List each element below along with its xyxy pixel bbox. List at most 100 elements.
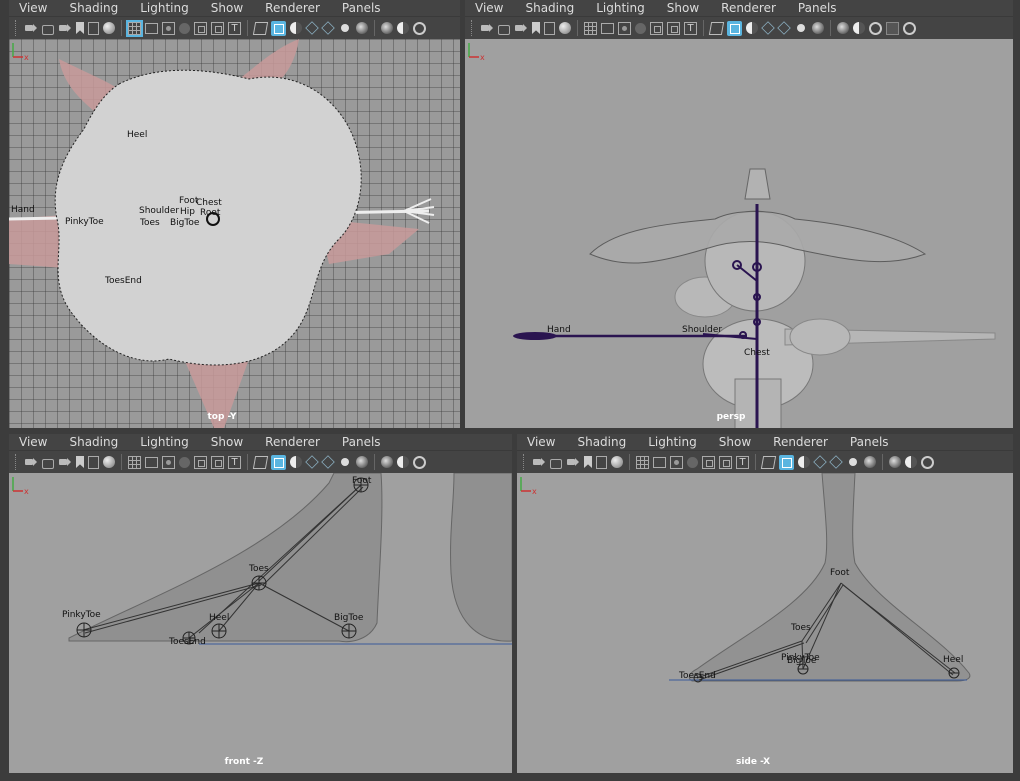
2d-pan-zoom-icon[interactable]: [103, 456, 115, 468]
gate-mask-icon[interactable]: [635, 22, 646, 34]
menu-show[interactable]: Show: [667, 1, 699, 15]
menu-show[interactable]: Show: [211, 1, 243, 15]
joint-label[interactable]: PinkyToe: [65, 217, 104, 227]
shadows-icon[interactable]: [864, 456, 876, 468]
resolution-gate-icon[interactable]: [670, 455, 683, 469]
use-all-lights-icon[interactable]: [849, 458, 857, 466]
viewport-canvas[interactable]: Foot Toes PinkyToe BigToe Heel ToesEnd x…: [517, 473, 1013, 773]
joint-label[interactable]: PinkyToe: [62, 610, 101, 620]
textured-icon[interactable]: [321, 21, 335, 35]
textured-icon[interactable]: [829, 455, 843, 469]
camera-attributes-icon[interactable]: [514, 21, 528, 35]
joint-label[interactable]: Hand: [11, 205, 35, 215]
anti-aliasing-icon[interactable]: [869, 21, 882, 35]
camera-select-icon[interactable]: [532, 455, 546, 469]
toolbar-grip[interactable]: [523, 454, 526, 470]
viewport-canvas[interactable]: Hand Shoulder Chest x persp: [465, 39, 1013, 428]
toolbar-grip[interactable]: [15, 454, 18, 470]
film-gate-icon[interactable]: [145, 22, 158, 34]
image-plane-icon[interactable]: [596, 455, 607, 469]
menu-panels[interactable]: Panels: [798, 1, 837, 15]
screen-space-ao-icon[interactable]: [837, 22, 849, 34]
menu-shading[interactable]: Shading: [69, 1, 118, 15]
field-chart-icon[interactable]: [650, 21, 663, 35]
joint-label[interactable]: BigToe: [170, 218, 199, 228]
screen-space-ao-icon[interactable]: [381, 456, 393, 468]
use-all-lights-icon[interactable]: [341, 458, 349, 466]
joint-label[interactable]: Chest: [744, 348, 770, 358]
wireframe-on-shaded-icon[interactable]: [290, 456, 302, 468]
isolate-select-icon[interactable]: [886, 21, 899, 35]
film-gate-icon[interactable]: [145, 456, 158, 468]
wireframe-icon[interactable]: [760, 455, 777, 469]
joint-label[interactable]: Toes: [791, 623, 811, 633]
field-chart-icon[interactable]: [194, 455, 207, 469]
joint-label[interactable]: Root: [200, 208, 220, 218]
menu-renderer[interactable]: Renderer: [721, 1, 776, 15]
resolution-gate-icon[interactable]: [162, 455, 175, 469]
joint-label[interactable]: Toes: [140, 218, 160, 228]
film-gate-icon[interactable]: [601, 22, 614, 34]
joint-label[interactable]: Heel: [127, 130, 147, 140]
anti-aliasing-icon[interactable]: [413, 455, 426, 469]
viewport-panel-top[interactable]: View Shading Lighting Show Renderer Pane…: [9, 0, 460, 428]
joint-label[interactable]: ToesEnd: [105, 276, 142, 286]
viewport-canvas[interactable]: Heel Hand PinkyToe Shoulder Toes Foot Ch…: [9, 39, 460, 428]
safe-action-icon[interactable]: [667, 21, 680, 35]
grid-icon[interactable]: [584, 21, 597, 35]
menu-panels[interactable]: Panels: [342, 435, 381, 449]
menu-lighting[interactable]: Lighting: [140, 1, 189, 15]
anti-aliasing-icon[interactable]: [413, 21, 426, 35]
joint-label[interactable]: BigToe: [334, 613, 363, 623]
joint-label[interactable]: Hand: [547, 325, 571, 335]
safe-action-icon[interactable]: [211, 21, 224, 35]
menu-renderer[interactable]: Renderer: [773, 435, 828, 449]
2d-pan-zoom-icon[interactable]: [611, 456, 623, 468]
gate-mask-icon[interactable]: [179, 456, 190, 468]
smooth-shade-icon[interactable]: [271, 20, 286, 36]
motion-blur-icon[interactable]: [397, 22, 409, 34]
joint-label[interactable]: Chest: [196, 198, 222, 208]
2d-pan-zoom-icon[interactable]: [103, 22, 115, 34]
joint-label[interactable]: ToesEnd: [169, 637, 206, 647]
menu-lighting[interactable]: Lighting: [140, 435, 189, 449]
resolution-gate-icon[interactable]: [162, 21, 175, 35]
grid-icon[interactable]: [636, 455, 649, 469]
xray-joints-icon[interactable]: [903, 21, 916, 35]
menu-lighting[interactable]: Lighting: [648, 435, 697, 449]
use-all-lights-icon[interactable]: [797, 24, 805, 32]
camera-attributes-icon[interactable]: [566, 455, 580, 469]
camera-lock-icon[interactable]: [498, 25, 510, 35]
joint-label[interactable]: Foot: [830, 568, 849, 578]
smooth-shade-icon[interactable]: [271, 454, 286, 470]
joint-label[interactable]: Foot: [352, 476, 371, 486]
gate-mask-icon[interactable]: [179, 22, 190, 34]
camera-attributes-icon[interactable]: [58, 21, 72, 35]
film-gate-icon[interactable]: [653, 456, 666, 468]
safe-action-icon[interactable]: [719, 455, 732, 469]
wireframe-icon[interactable]: [708, 21, 725, 35]
image-plane-icon[interactable]: [544, 21, 555, 35]
joint-label[interactable]: Heel: [209, 613, 229, 623]
gate-mask-icon[interactable]: [687, 456, 698, 468]
motion-blur-icon[interactable]: [853, 22, 865, 34]
safe-title-icon[interactable]: T: [228, 21, 241, 35]
wireframe-icon[interactable]: [252, 455, 269, 469]
viewport-panel-front[interactable]: View Shading Lighting Show Renderer Pane…: [9, 434, 512, 773]
screen-space-ao-icon[interactable]: [381, 22, 393, 34]
menu-shading[interactable]: Shading: [577, 435, 626, 449]
menu-renderer[interactable]: Renderer: [265, 435, 320, 449]
textured-icon[interactable]: [777, 21, 791, 35]
camera-lock-icon[interactable]: [42, 459, 54, 469]
xray-icon[interactable]: [305, 455, 319, 469]
resolution-gate-icon[interactable]: [618, 21, 631, 35]
joint-label[interactable]: Shoulder: [682, 325, 722, 335]
shadows-icon[interactable]: [356, 22, 368, 34]
joint-label[interactable]: Heel: [943, 655, 963, 665]
shadows-icon[interactable]: [356, 456, 368, 468]
wireframe-on-shaded-icon[interactable]: [798, 456, 810, 468]
menu-show[interactable]: Show: [719, 435, 751, 449]
shadows-icon[interactable]: [812, 22, 824, 34]
safe-title-icon[interactable]: T: [736, 455, 749, 469]
viewport-panel-side[interactable]: View Shading Lighting Show Renderer Pane…: [517, 434, 1013, 773]
